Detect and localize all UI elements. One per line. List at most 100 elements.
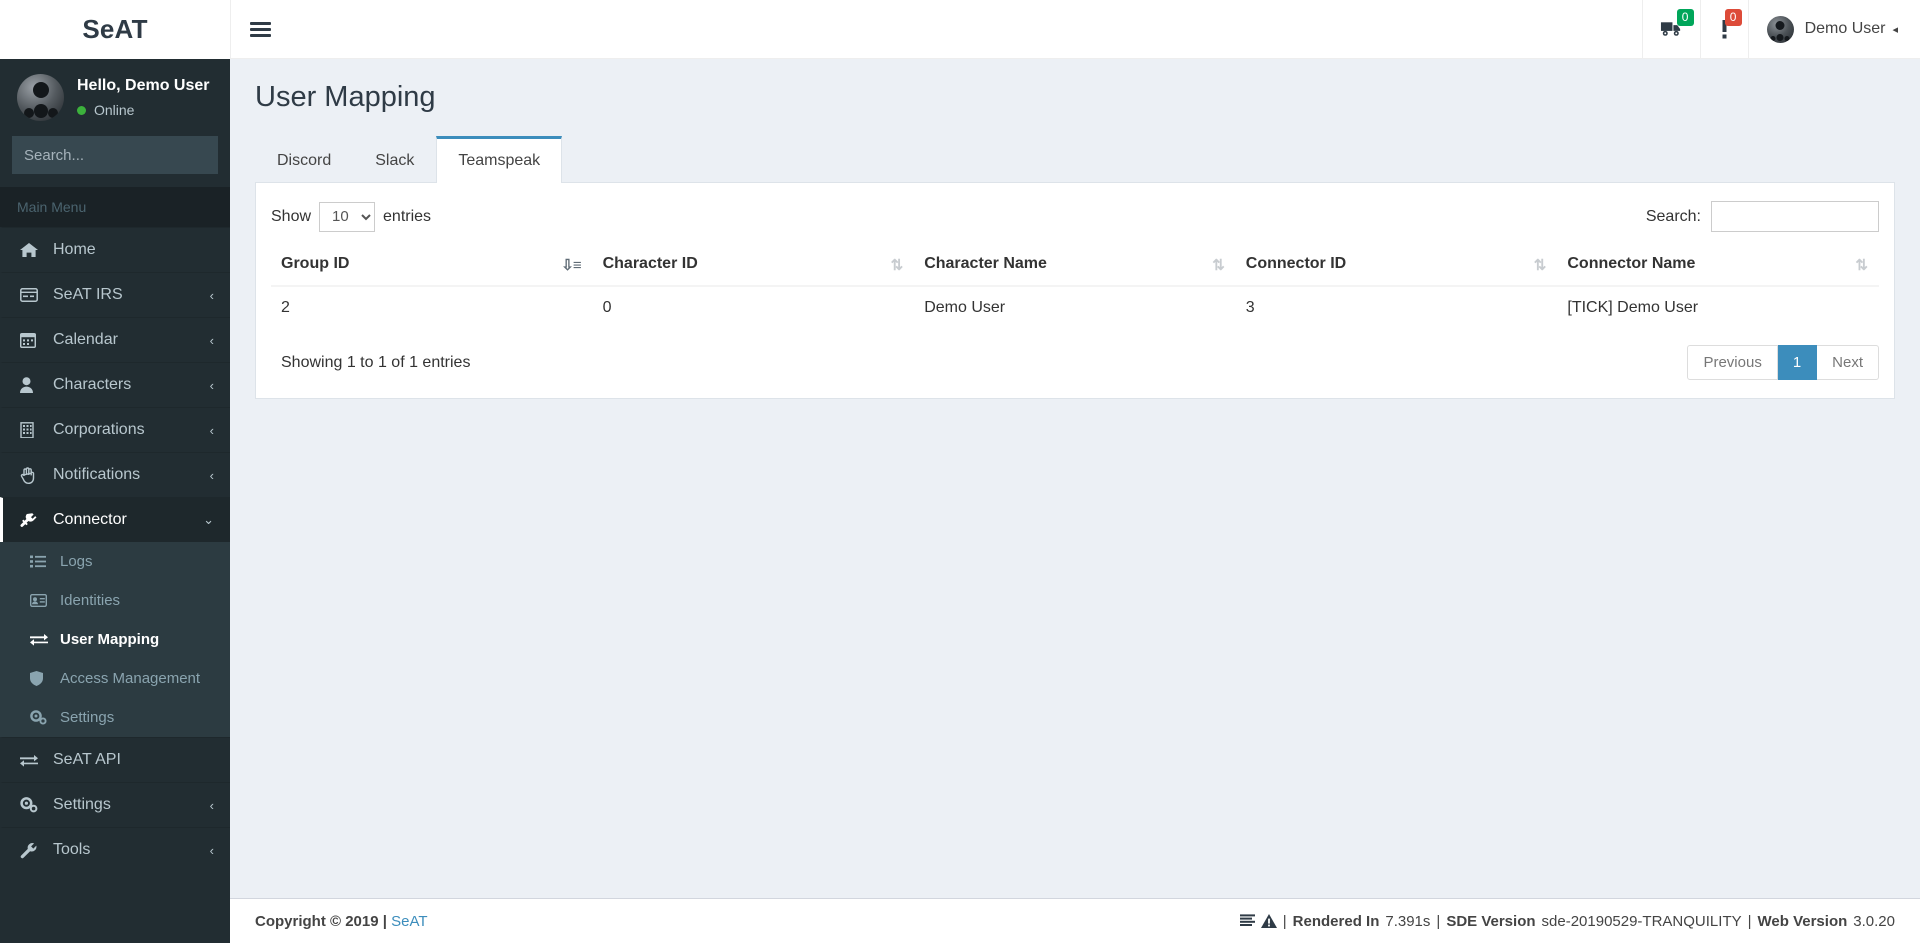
sidebar-item-tools[interactable]: Tools ‹: [0, 827, 230, 872]
id-card-icon: [20, 288, 42, 302]
body-row: Hello, Demo User Online Search... Main M…: [0, 59, 1920, 943]
datatable-controls: Show 10 25 50 100 entries Search:: [271, 201, 1879, 232]
table-row[interactable]: 2 0 Demo User 3 [TICK] Demo User: [271, 285, 1879, 329]
sidebar-avatar: [17, 74, 64, 121]
sidebar-item-home[interactable]: Home: [0, 227, 230, 272]
warning-triangle-icon[interactable]: [1260, 914, 1277, 928]
sidebar-link-settings[interactable]: Settings ‹: [0, 782, 230, 827]
building-icon: [20, 422, 42, 438]
sort-both-icon: ⇅: [1855, 256, 1868, 274]
table-head: Group ID ⇩≡ Character ID ⇅ Character Nam…: [271, 246, 1879, 287]
column-header-character-id[interactable]: Character ID ⇅: [592, 246, 915, 287]
cell-character-id: 0: [592, 285, 915, 329]
list-icon: [30, 555, 50, 568]
notification-truck-button[interactable]: 0: [1641, 0, 1700, 58]
chevron-down-icon: ⌄: [203, 512, 214, 527]
sidebar-label-corporations: Corporations: [53, 421, 145, 438]
sidebar-link-calendar[interactable]: Calendar ‹: [0, 317, 230, 362]
tab-link-slack[interactable]: Slack: [353, 136, 436, 183]
cell-group-id: 2: [271, 285, 593, 329]
search-input[interactable]: [13, 146, 230, 164]
tab-link-teamspeak[interactable]: Teamspeak: [436, 136, 563, 183]
pagination-previous[interactable]: Previous: [1687, 345, 1778, 380]
sidebar-item-corporations[interactable]: Corporations ‹: [0, 407, 230, 452]
exchange-icon: [30, 633, 50, 646]
footer-stats: | Rendered In 7.391s | SDE Version sde-2…: [1239, 912, 1895, 930]
sidebar-item-connector[interactable]: Connector ⌄ Logs Identities User Mapping…: [0, 497, 230, 737]
tab-slack[interactable]: Slack: [353, 136, 436, 182]
shield-icon: [30, 671, 50, 686]
sidebar-item-access-management[interactable]: Access Management: [0, 659, 230, 698]
sidebar-label-identities: Identities: [60, 592, 121, 609]
footer-sde-label: SDE Version: [1446, 912, 1536, 930]
connector-tabs: Discord Slack Teamspeak: [255, 136, 1895, 183]
notification-alert-button[interactable]: 0: [1699, 0, 1748, 58]
sidebar-link-tools[interactable]: Tools ‹: [0, 827, 230, 872]
main-content: User Mapping Discord Slack Teamspeak Sho…: [230, 59, 1920, 898]
user-menu-button[interactable]: Demo User ◂: [1747, 0, 1920, 58]
page-title: User Mapping: [255, 81, 436, 113]
teamspeak-tab-panel: Show 10 25 50 100 entries Search:: [255, 183, 1895, 399]
top-bar: SeAT 0 0 Demo User ◂: [0, 0, 1920, 59]
sidebar-item-notifications[interactable]: Notifications ‹: [0, 452, 230, 497]
column-header-connector-name[interactable]: Connector Name ⇅: [1557, 246, 1879, 287]
sidebar-label-calendar: Calendar: [53, 331, 118, 348]
sidebar-label-user-mapping: User Mapping: [60, 631, 160, 648]
sidebar-status: Online: [77, 102, 209, 118]
column-header-character-name[interactable]: Character Name ⇅: [914, 246, 1236, 287]
sidebar-link-connector-settings[interactable]: Settings: [0, 698, 230, 737]
tab-link-discord[interactable]: Discord: [255, 136, 353, 183]
pagination-next[interactable]: Next: [1817, 345, 1879, 380]
hamburger-icon: [249, 19, 271, 40]
brand-logo[interactable]: SeAT: [0, 0, 230, 59]
avatar: [1766, 15, 1794, 43]
sidebar-item-calendar[interactable]: Calendar ‹: [0, 317, 230, 362]
sidebar-link-notifications[interactable]: Notifications ‹: [0, 452, 230, 497]
sidebar-link-home[interactable]: Home: [0, 227, 230, 272]
column-header-connector-id[interactable]: Connector ID ⇅: [1235, 246, 1558, 287]
sidebar-label-access-management: Access Management: [60, 670, 201, 687]
sidebar-item-characters[interactable]: Characters ‹: [0, 362, 230, 407]
sidebar-label-characters: Characters: [53, 376, 132, 393]
sidebar-link-seat-irs[interactable]: SeAT IRS ‹: [0, 272, 230, 317]
sidebar-item-connector-settings[interactable]: Settings: [0, 698, 230, 737]
hand-icon: [20, 466, 42, 484]
sidebar-link-access-management[interactable]: Access Management: [0, 659, 230, 698]
sidebar-link-connector[interactable]: Connector ⌄: [0, 497, 230, 542]
sidebar-item-seat-api[interactable]: SeAT API: [0, 737, 230, 782]
column-header-group-id[interactable]: Group ID ⇩≡: [271, 246, 593, 287]
sidebar-link-user-mapping[interactable]: User Mapping: [0, 620, 230, 659]
sidebar-link-seat-api[interactable]: SeAT API: [0, 737, 230, 782]
pagination-page-1[interactable]: 1: [1777, 345, 1818, 380]
footer-brand-link[interactable]: SeAT: [391, 913, 427, 930]
sidebar-label-tools: Tools: [53, 841, 91, 858]
entries-label-before: Show: [271, 207, 312, 225]
sidebar-link-identities[interactable]: Identities: [0, 581, 230, 620]
sidebar-item-logs[interactable]: Logs: [0, 542, 230, 581]
sidebar-link-characters[interactable]: Characters ‹: [0, 362, 230, 407]
sidebar-item-identities[interactable]: Identities: [0, 581, 230, 620]
tab-discord[interactable]: Discord: [255, 136, 353, 182]
entries-length-control: Show 10 25 50 100 entries: [271, 201, 432, 232]
sidebar-toggle-button[interactable]: [230, 0, 290, 58]
table-header-row: Group ID ⇩≡ Character ID ⇅ Character Nam…: [271, 246, 1879, 287]
connector-submenu: Logs Identities User Mapping Access Mana…: [0, 542, 230, 737]
sidebar-item-settings[interactable]: Settings ‹: [0, 782, 230, 827]
sidebar-link-corporations[interactable]: Corporations ‹: [0, 407, 230, 452]
brand-title: SeAT: [82, 14, 148, 44]
sidebar-label-seat-irs: SeAT IRS: [53, 286, 123, 303]
entries-label-after: entries: [383, 207, 432, 225]
sidebar-user-panel: Hello, Demo User Online: [0, 59, 230, 136]
entries-per-page-select[interactable]: 10 25 50 100: [319, 201, 376, 232]
content-wrapper: User Mapping Discord Slack Teamspeak Sho…: [230, 59, 1920, 943]
sidebar-item-user-mapping[interactable]: User Mapping: [0, 620, 230, 659]
server-stack-icon[interactable]: [1239, 914, 1255, 928]
table-body: 2 0 Demo User 3 [TICK] Demo User: [271, 285, 1879, 329]
sidebar-item-seat-irs[interactable]: SeAT IRS ‹: [0, 272, 230, 317]
sidebar-link-logs[interactable]: Logs: [0, 542, 230, 581]
footer-copyright-text: Copyright © 2019 |: [255, 912, 387, 930]
chevron-left-icon: ‹: [209, 287, 214, 303]
tab-teamspeak[interactable]: Teamspeak: [436, 136, 563, 183]
table-search-input[interactable]: [1711, 201, 1879, 232]
sidebar-menu-header: Main Menu: [0, 187, 230, 227]
